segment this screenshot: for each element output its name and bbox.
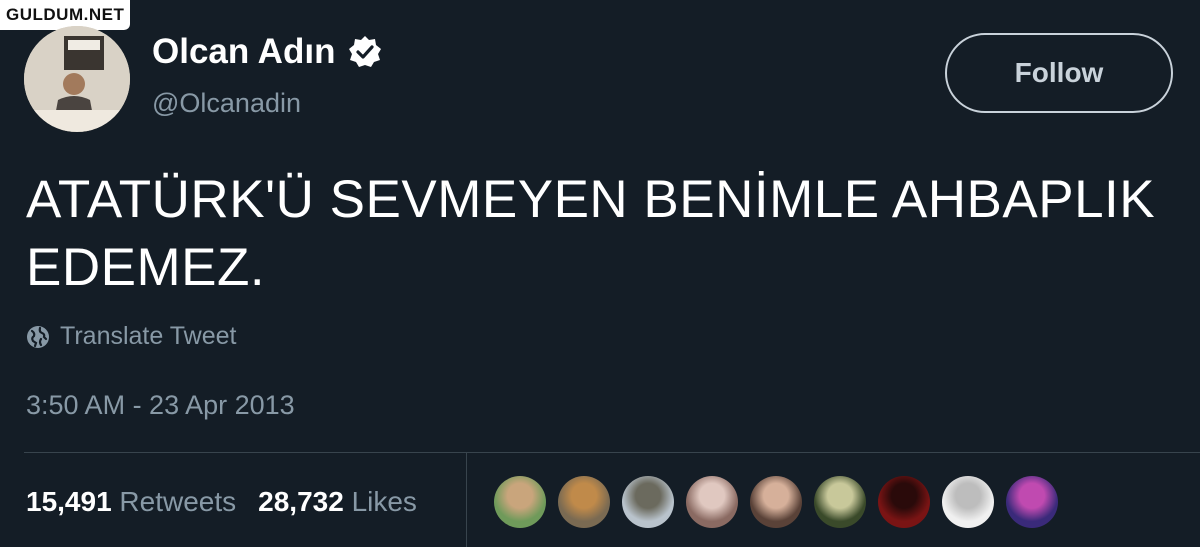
liker-avatar[interactable] <box>878 476 930 528</box>
verified-badge-icon <box>349 36 382 67</box>
liker-avatar[interactable] <box>494 476 546 528</box>
likes-label[interactable]: Likes <box>352 486 417 517</box>
retweets-stat[interactable]: 15,491 Retweets <box>26 486 236 518</box>
watermark: GULDUM.NET <box>0 0 131 30</box>
globe-icon <box>27 325 49 348</box>
liker-avatar[interactable] <box>814 476 866 528</box>
profile-avatar[interactable] <box>24 26 130 132</box>
liker-avatar[interactable] <box>1006 476 1058 528</box>
liker-avatar[interactable] <box>942 476 994 528</box>
tweet-text: ATATÜRK'Ü SEVMEYEN BENİMLE AHBAPLIK EDEM… <box>26 170 1156 297</box>
follow-button[interactable]: Follow <box>945 33 1173 113</box>
stats-divider <box>24 452 1200 453</box>
likes-count[interactable]: 28,732 <box>258 486 344 517</box>
translate-tweet-link[interactable]: Translate Tweet <box>26 322 236 351</box>
tweet-timestamp[interactable]: 3:50 AM - 23 Apr 2013 <box>26 390 295 421</box>
liker-avatars <box>494 476 1058 528</box>
likes-stat[interactable]: 28,732 Likes <box>258 486 417 518</box>
user-name-row[interactable]: Olcan Adın <box>152 32 383 72</box>
user-handle[interactable]: @Olcanadin <box>152 88 301 119</box>
user-name[interactable]: Olcan Adın <box>152 32 335 72</box>
tweet-stats: 15,491 Retweets 28,732 Likes <box>26 486 417 518</box>
stats-vertical-divider <box>466 453 467 547</box>
liker-avatar[interactable] <box>622 476 674 528</box>
retweets-count[interactable]: 15,491 <box>26 486 112 517</box>
retweets-label[interactable]: Retweets <box>119 486 236 517</box>
liker-avatar[interactable] <box>686 476 738 528</box>
translate-label[interactable]: Translate Tweet <box>60 322 236 351</box>
liker-avatar[interactable] <box>750 476 802 528</box>
liker-avatar[interactable] <box>558 476 610 528</box>
